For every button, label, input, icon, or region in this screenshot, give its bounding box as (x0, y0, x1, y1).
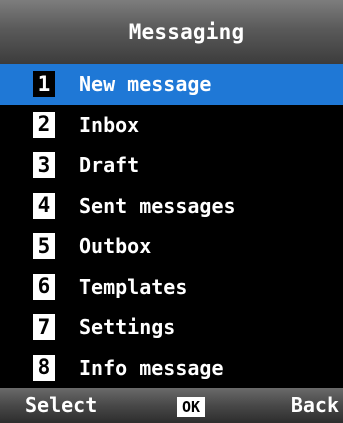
phone-screen: Messaging 1 New message 2 Inbox 3 Draft … (0, 0, 343, 423)
menu-item-draft[interactable]: 3 Draft (0, 145, 343, 186)
menu-item-label: Draft (79, 153, 140, 178)
menu-item-info-message[interactable]: 8 Info message (0, 347, 343, 388)
item-number-badge: 4 (33, 192, 55, 219)
item-number-badge: 8 (33, 354, 55, 381)
ok-key-icon[interactable]: OK (177, 397, 205, 417)
menu-item-label: Sent messages (79, 193, 236, 218)
item-number-badge: 5 (33, 233, 55, 260)
messaging-menu: 1 New message 2 Inbox 3 Draft 4 Sent mes… (0, 64, 343, 388)
menu-item-label: Info message (79, 355, 224, 380)
menu-item-label: Templates (79, 274, 188, 299)
select-softkey[interactable]: Select (25, 388, 97, 423)
item-number-badge: 6 (33, 273, 55, 300)
menu-item-label: Outbox (79, 234, 152, 259)
menu-item-inbox[interactable]: 2 Inbox (0, 104, 343, 145)
menu-item-templates[interactable]: 6 Templates (0, 266, 343, 307)
menu-item-label: Inbox (79, 112, 140, 137)
item-number-badge: 1 (33, 71, 55, 98)
title-bar: Messaging (0, 0, 343, 64)
menu-item-label: Settings (79, 315, 176, 340)
menu-item-new-message[interactable]: 1 New message (0, 64, 343, 105)
softkey-bar: Select OK Back (0, 388, 343, 423)
menu-item-outbox[interactable]: 5 Outbox (0, 226, 343, 267)
back-softkey[interactable]: Back (291, 388, 339, 423)
item-number-badge: 2 (33, 111, 55, 138)
item-number-badge: 3 (33, 152, 55, 179)
menu-item-label: New message (79, 72, 212, 97)
menu-item-sent-messages[interactable]: 4 Sent messages (0, 185, 343, 226)
menu-item-settings[interactable]: 7 Settings (0, 307, 343, 348)
screen-title: Messaging (128, 20, 245, 44)
item-number-badge: 7 (33, 314, 55, 341)
